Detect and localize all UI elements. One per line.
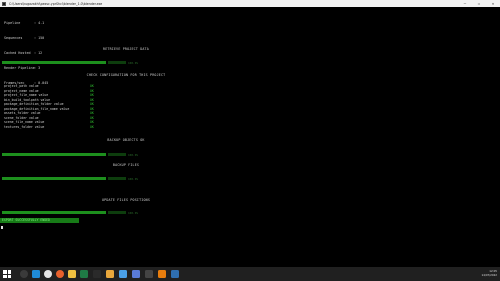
files-icon[interactable] bbox=[68, 270, 76, 278]
clock-date: 14/07/2022 bbox=[481, 273, 498, 278]
info-value: : 12 bbox=[34, 51, 43, 55]
cmd-icon[interactable] bbox=[145, 270, 153, 278]
chrome-icon[interactable] bbox=[44, 270, 52, 278]
image-icon[interactable] bbox=[119, 270, 127, 278]
check-status: OK bbox=[90, 124, 94, 129]
progress-value: 100.0% bbox=[128, 177, 139, 181]
window-title: C:\Users\kugazakhi\pexsc.yprShcl\blender… bbox=[9, 1, 103, 6]
info-key: Cached Hosted bbox=[4, 51, 31, 55]
close-button[interactable]: ✕ bbox=[486, 0, 500, 7]
info-key: Pipeline bbox=[4, 21, 21, 25]
excel-icon[interactable] bbox=[80, 270, 88, 278]
progress-value: 100.0% bbox=[128, 61, 139, 65]
success-message: EXPORT SUCCESSFULLY ENDED bbox=[0, 218, 79, 223]
search-icon[interactable] bbox=[20, 270, 28, 278]
system-clock[interactable]: 12:05 14/07/2022 bbox=[482, 269, 498, 277]
info-value: : 150 bbox=[34, 36, 45, 40]
taskbar: 12:05 14/07/2022 bbox=[0, 267, 500, 281]
progress-bar-track bbox=[108, 211, 126, 214]
windows-logo-icon bbox=[7, 274, 11, 278]
info-key: Render Pipeline bbox=[4, 66, 35, 70]
info-value: : 4.1 bbox=[34, 21, 45, 25]
info-value: : 3 bbox=[34, 66, 41, 70]
progress-bar-backup-objects bbox=[2, 153, 106, 156]
terminal-icon[interactable] bbox=[93, 270, 101, 278]
windows-logo-icon bbox=[3, 274, 7, 278]
firefox-icon[interactable] bbox=[56, 270, 64, 278]
section-backup-objects-header: BACKUP OBJECTS OK bbox=[107, 138, 145, 142]
windows-logo-icon bbox=[7, 270, 11, 274]
progress-bar-backup-files bbox=[2, 177, 106, 180]
progress-bar-track bbox=[108, 153, 126, 156]
config-check-list: project_path value OK project_name value O… bbox=[4, 84, 94, 129]
check-label: textures_folder value bbox=[4, 124, 45, 129]
console-output[interactable]: Pipeline : 4.1 Sequences : 150 Cached Host… bbox=[0, 7, 500, 267]
section-backup-files-header: BACKUP FILES bbox=[112, 163, 140, 167]
chat-icon[interactable] bbox=[132, 270, 140, 278]
text-cursor bbox=[1, 226, 3, 229]
window-titlebar[interactable]: C:\Users\kugazakhi\pexsc.yprShcl\blender… bbox=[0, 0, 500, 7]
section-update-header: UPDATE FILES POSITIONS bbox=[101, 198, 151, 202]
list-item: textures_folder value OK bbox=[4, 125, 94, 130]
section-checks-header: CHECK CONFIGURATION FOR THIS PROJECT bbox=[86, 73, 166, 77]
info-key: Sequences bbox=[4, 36, 23, 40]
steam-icon[interactable] bbox=[171, 270, 179, 278]
section-retrieve-header: RETRIEVE PROJECT DATA bbox=[103, 47, 149, 51]
start-button[interactable] bbox=[3, 270, 11, 278]
progress-bar-retrieve bbox=[2, 61, 106, 64]
progress-value: 100.0% bbox=[128, 211, 139, 215]
progress-bar-update bbox=[2, 211, 106, 214]
progress-value: 100.0% bbox=[128, 153, 139, 157]
progress-bar-track bbox=[108, 177, 126, 180]
console-app-icon bbox=[2, 1, 6, 6]
maximize-button[interactable]: ☐ bbox=[472, 0, 486, 7]
minimize-button[interactable]: — bbox=[458, 0, 472, 7]
blender-icon[interactable] bbox=[158, 270, 166, 278]
edge-icon[interactable] bbox=[32, 270, 40, 278]
paint-icon[interactable] bbox=[106, 270, 114, 278]
progress-bar-track bbox=[108, 61, 126, 64]
windows-logo-icon bbox=[3, 270, 7, 274]
